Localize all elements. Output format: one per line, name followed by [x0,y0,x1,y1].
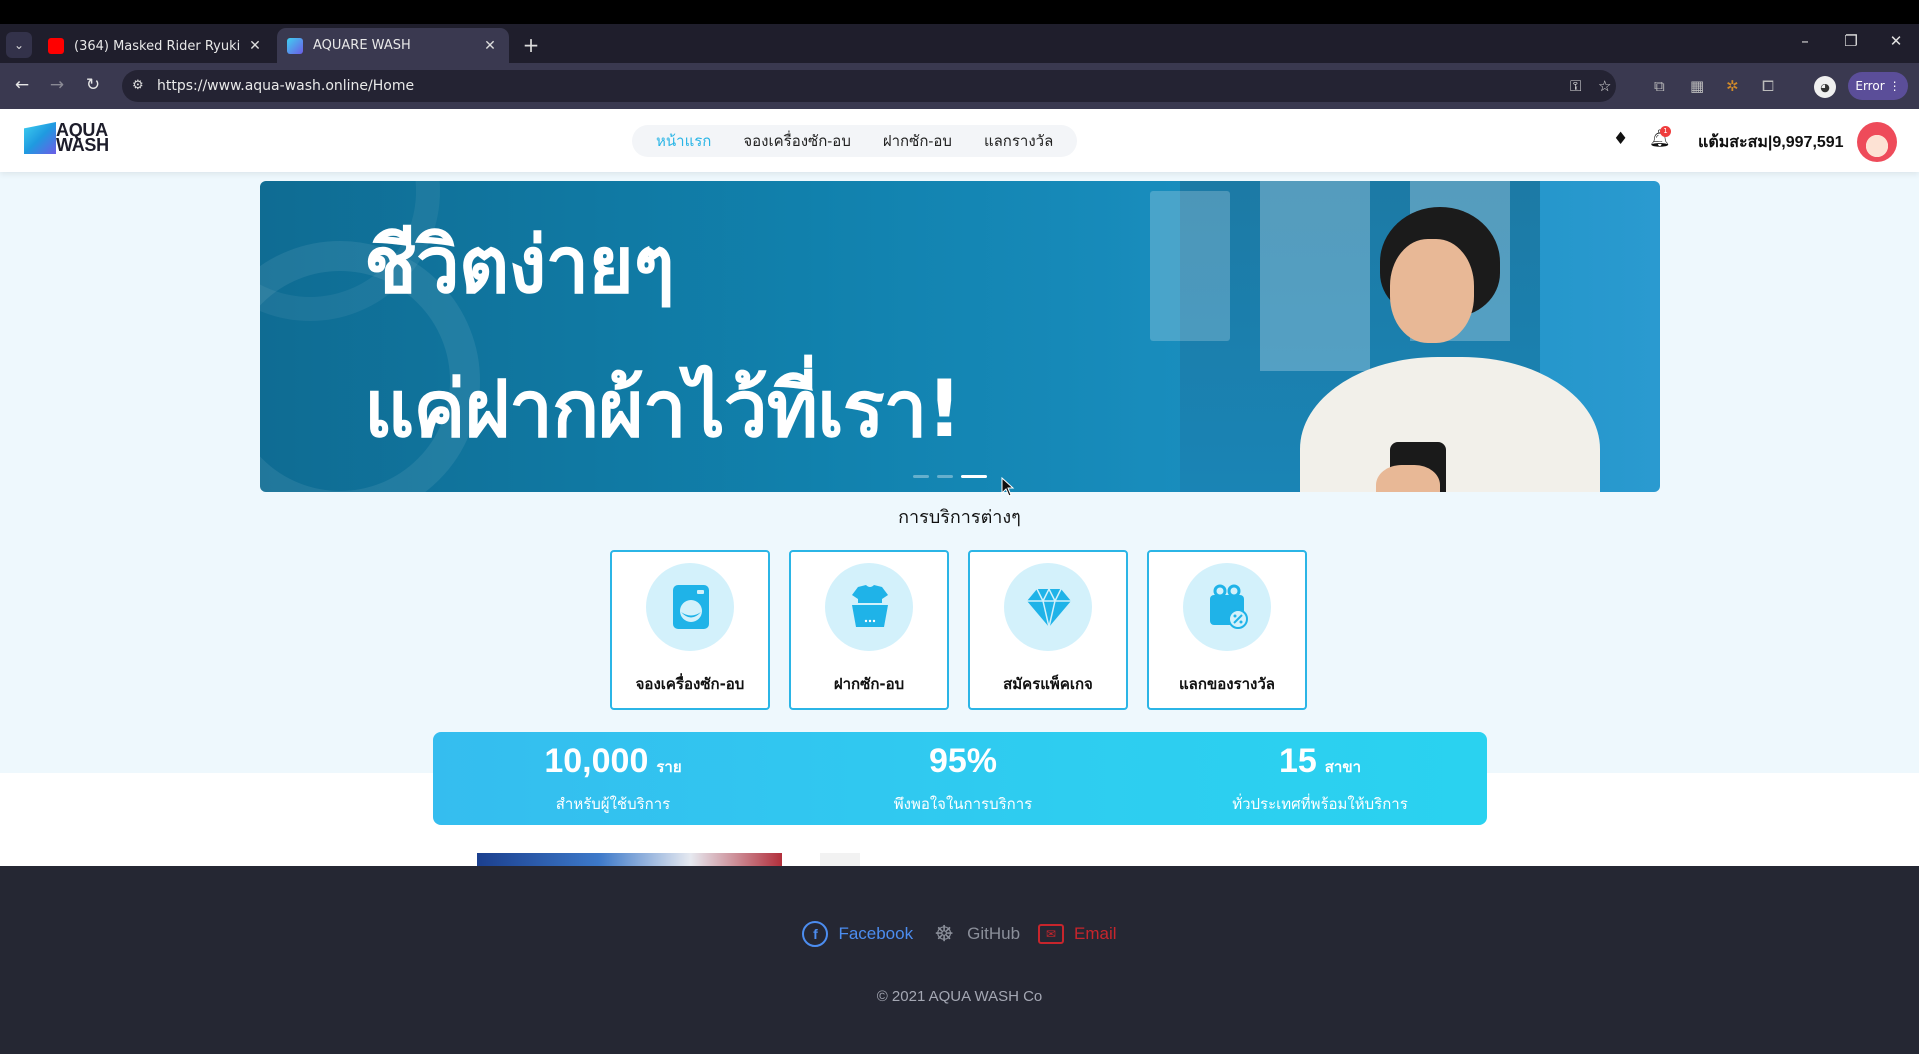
services-title: การบริการต่างๆ [898,507,1021,528]
stat-caption: สำหรับผู้ใช้บริการ [555,795,671,813]
stat-caption: พึงพอใจในการบริการ [893,795,1033,813]
password-key-icon[interactable]: ⚿ [1570,77,1581,95]
facebook-label: Facebook [838,924,914,943]
service-card-laundry[interactable]: ฝากซัก-อบ [789,550,949,710]
hero-headline-1: ชีวิตง่ายๆ [364,221,675,311]
browser-tab-bar: ⌄ (364) Masked Rider Ryuki | มาสค์ ✕ AQU… [0,24,1919,63]
stat-caption: ทั่วประเทศที่พร้อมให้บริการ [1232,795,1408,813]
service-card-rewards[interactable]: แลกของรางวัล [1147,550,1307,710]
reload-icon[interactable]: ↻ [81,75,105,95]
bookmark-star-icon[interactable]: ☆ [1598,77,1611,95]
user-avatar[interactable] [1857,122,1897,162]
address-bar[interactable]: ⚙ https://www.aqua-wash.online/Home ⚿ ☆ [122,70,1616,102]
carousel-indicators [913,475,987,478]
extension-icon[interactable]: ✲ [1726,77,1739,95]
laundry-basket-icon [852,585,888,627]
tab-youtube[interactable]: (364) Masked Rider Ryuki | มาสค์ ✕ [38,28,274,63]
promo-image-peek [477,853,782,866]
browser-toolbar: ← → ↻ ⚙ https://www.aqua-wash.online/Hom… [0,63,1919,109]
carousel-dot[interactable] [937,475,953,478]
stat-unit: สาขา [1324,759,1362,776]
web-page: AQUA WASH หน้าแรก จองเครื่องซัก-อบ ฝากซั… [0,109,1919,1054]
diamond-icon [1027,587,1071,628]
github-icon: ☸ [934,921,954,946]
facebook-icon: f [802,921,829,947]
tab-close-icon[interactable]: ✕ [246,38,264,54]
social-links: f Facebook ☸ GitHub ✉ Email [0,921,1919,947]
stat-value: 10,000 [544,742,649,780]
menu-item-book-machine[interactable]: จองเครื่องซัก-อบ [727,129,866,153]
site-footer: f Facebook ☸ GitHub ✉ Email © 2021 AQUA … [0,866,1919,1054]
tab-aquare-wash[interactable]: AQUARE WASH ✕ [277,28,509,63]
profile-avatar-icon[interactable]: ◕ [1814,76,1836,98]
tab-title: (364) Masked Rider Ryuki | มาสค์ [74,39,246,54]
mouse-cursor-icon [1001,477,1015,497]
url-text: https://www.aqua-wash.online/Home [157,78,415,94]
new-tab-button[interactable]: + [520,33,542,57]
stats-banner: 10,000 ราย สำหรับผู้ใช้บริการ 95% พึงพอใจ… [433,732,1487,825]
service-card-book-machine[interactable]: จองเครื่องซัก-อบ [610,550,770,710]
github-link[interactable]: ☸ GitHub [931,921,1020,947]
aqua-wash-favicon-icon [287,37,303,54]
site-navbar: AQUA WASH หน้าแรก จองเครื่องซัก-อบ ฝากซั… [0,109,1919,172]
promo-image-peek [820,853,860,866]
site-logo[interactable]: AQUA WASH [24,120,109,155]
youtube-favicon-icon [48,37,64,54]
service-label: จองเครื่องซัก-อบ [635,675,745,693]
email-link[interactable]: ✉ Email [1038,924,1117,944]
facebook-link[interactable]: f Facebook [802,921,913,947]
menu-item-home[interactable]: หน้าแรก [640,129,727,153]
machine-panel [1150,191,1230,341]
gift-voucher-icon [1210,584,1248,629]
menu-item-rewards[interactable]: แลกรางวัล [968,129,1069,153]
hero-headline-2: แค่ฝากผ้าไว้ที่เรา! [364,365,962,455]
error-button[interactable]: Error ⋮ [1848,72,1908,100]
service-label: ฝากซัก-อบ [833,675,905,693]
logo-mark-icon [24,122,56,154]
extension-icon[interactable]: ⧉ [1654,77,1665,95]
tab-title: AQUARE WASH [313,38,411,53]
service-label: สมัครแพ็คเกจ [1003,675,1093,693]
github-label: GitHub [967,924,1021,943]
menu-item-laundry-service[interactable]: ฝากซัก-อบ [867,129,968,153]
email-label: Email [1074,924,1117,943]
stat-value: 95% [928,742,998,780]
forward-arrow-icon[interactable]: → [45,75,69,95]
copyright-text: © 2021 AQUA WASH Co [876,988,1043,1005]
hero-carousel[interactable]: ชีวิตง่ายๆ แค่ฝากผ้าไว้ที่เรา! [260,181,1660,492]
main-menu: หน้าแรก จองเครื่องซัก-อบ ฝากซัก-อบ แลกรา… [632,125,1078,157]
site-info-icon[interactable]: ⚙ [132,78,144,93]
puzzle-extensions-icon[interactable]: ⧠ [1762,77,1774,95]
tab-search-button[interactable]: ⌄ [6,32,32,58]
tab-close-icon[interactable]: ✕ [481,38,499,54]
extension-icon[interactable]: ▦ [1690,77,1704,95]
stat-unit: ราย [656,759,682,776]
carousel-dot[interactable] [913,475,929,478]
hero-woman-photo [1290,207,1610,492]
service-card-package[interactable]: สมัครแพ็คเกจ [968,550,1128,710]
service-cards: จองเครื่องซัก-อบ ฝากซัก-อบ สมัครแพ็คเกจ [610,550,1307,710]
stat-value: 15 [1278,742,1317,780]
service-label: แลกของรางวัล [1179,675,1275,693]
logo-text: AQUA WASH [56,120,109,155]
carousel-dot-active[interactable] [961,475,987,478]
back-arrow-icon[interactable]: ← [10,75,34,95]
notification-badge: 1 [1660,126,1671,137]
points-balance: แต้มสะสม|9,997,591 [1698,134,1844,151]
restore-button[interactable]: ❐ [1836,32,1866,50]
email-icon: ✉ [1038,924,1065,944]
diamond-icon[interactable]: ♦ [1613,129,1628,149]
washing-machine-icon [673,585,709,629]
close-window-button[interactable]: ✕ [1881,32,1911,50]
minimize-button[interactable]: – [1790,32,1820,50]
